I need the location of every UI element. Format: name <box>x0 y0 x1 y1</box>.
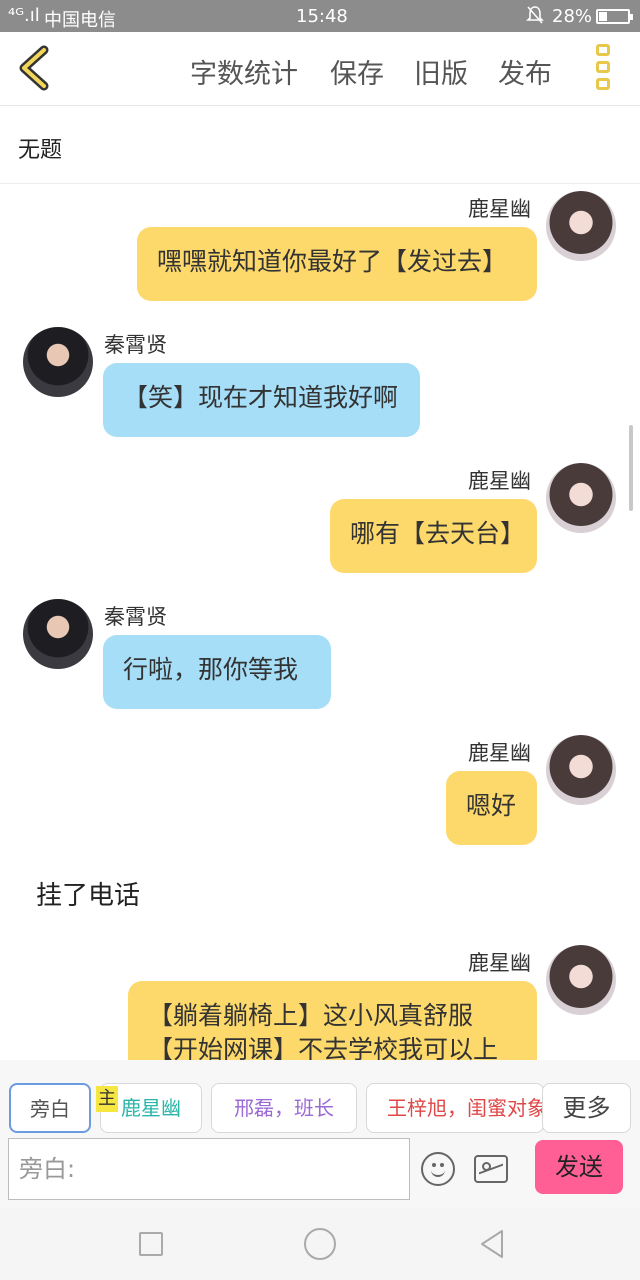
speaker-name: 鹿星幽 <box>468 741 531 765</box>
avatar[interactable] <box>546 191 616 261</box>
avatar[interactable] <box>546 735 616 805</box>
publish-button[interactable]: 发布 <box>498 52 552 91</box>
chat-bubble[interactable]: 嗯好 <box>446 771 537 845</box>
speaker-name: 秦霄贤 <box>104 333 167 357</box>
nav-back-icon[interactable] <box>478 1228 506 1260</box>
message-input[interactable]: 旁白: <box>8 1138 410 1200</box>
avatar[interactable] <box>23 599 93 669</box>
chat-area[interactable]: 鹿星幽 嘿嘿就知道你最好了【发过去】 秦霄贤 【笑】现在才知道我好啊 鹿星幽 哪… <box>0 185 640 1060</box>
more-menu-icon[interactable] <box>596 44 614 94</box>
avatar[interactable] <box>23 327 93 397</box>
back-arrow-icon[interactable] <box>14 44 54 92</box>
chat-bubble[interactable]: 嘿嘿就知道你最好了【发过去】 <box>137 227 537 301</box>
battery-level: 28% <box>552 6 593 27</box>
role-chip-narrator[interactable]: 旁白 <box>9 1083 91 1133</box>
role-selector-bar: 旁白 鹿星幽 主 邢磊，班长 王梓旭，闺蜜对象 更多 旁白: 发送 <box>0 1060 640 1208</box>
mute-bell-icon <box>526 5 544 30</box>
more-roles-button[interactable]: 更多 <box>542 1083 631 1133</box>
home-icon[interactable] <box>304 1228 336 1260</box>
image-icon[interactable] <box>474 1155 508 1183</box>
old-version-button[interactable]: 旧版 <box>414 52 468 91</box>
top-toolbar: 字数统计 保存 旧版 发布 <box>0 32 640 106</box>
speaker-name: 鹿星幽 <box>468 469 531 493</box>
carrier-name: 中国电信 <box>44 10 116 31</box>
emoji-icon[interactable] <box>421 1152 455 1186</box>
save-button[interactable]: 保存 <box>330 52 384 91</box>
clock: 15:48 <box>296 6 348 27</box>
recent-apps-icon[interactable] <box>139 1232 163 1256</box>
host-badge: 主 <box>96 1086 118 1112</box>
speaker-name: 鹿星幽 <box>468 197 531 221</box>
word-count-button[interactable]: 字数统计 <box>190 52 298 91</box>
avatar[interactable] <box>546 463 616 533</box>
scrollbar[interactable] <box>629 425 633 511</box>
chat-bubble[interactable]: 【躺着躺椅上】这小风真舒服 【开始网课】不去学校我可以上 <box>128 981 537 1060</box>
title-row[interactable]: 无题 <box>0 106 640 184</box>
document-title[interactable]: 无题 <box>18 132 62 164</box>
chat-bubble[interactable]: 哪有【去天台】 <box>330 499 537 573</box>
signal-icon: ⁴ᴳ.ıl <box>8 5 40 26</box>
system-nav-bar <box>0 1208 640 1280</box>
role-chip-wangzixu[interactable]: 王梓旭，闺蜜对象 <box>366 1083 544 1133</box>
speaker-name: 鹿星幽 <box>468 951 531 975</box>
send-button[interactable]: 发送 <box>535 1140 623 1194</box>
chat-bubble[interactable]: 【笑】现在才知道我好啊 <box>103 363 420 437</box>
speaker-name: 秦霄贤 <box>104 605 167 629</box>
status-bar: ⁴ᴳ.ıl 中国电信 15:48 28% <box>0 0 640 32</box>
chat-bubble[interactable]: 行啦，那你等我 <box>103 635 331 709</box>
avatar[interactable] <box>546 945 616 1015</box>
battery-icon <box>596 9 633 24</box>
role-chip-xinglei[interactable]: 邢磊，班长 <box>211 1083 357 1133</box>
narration-text[interactable]: 挂了电话 <box>36 875 140 912</box>
